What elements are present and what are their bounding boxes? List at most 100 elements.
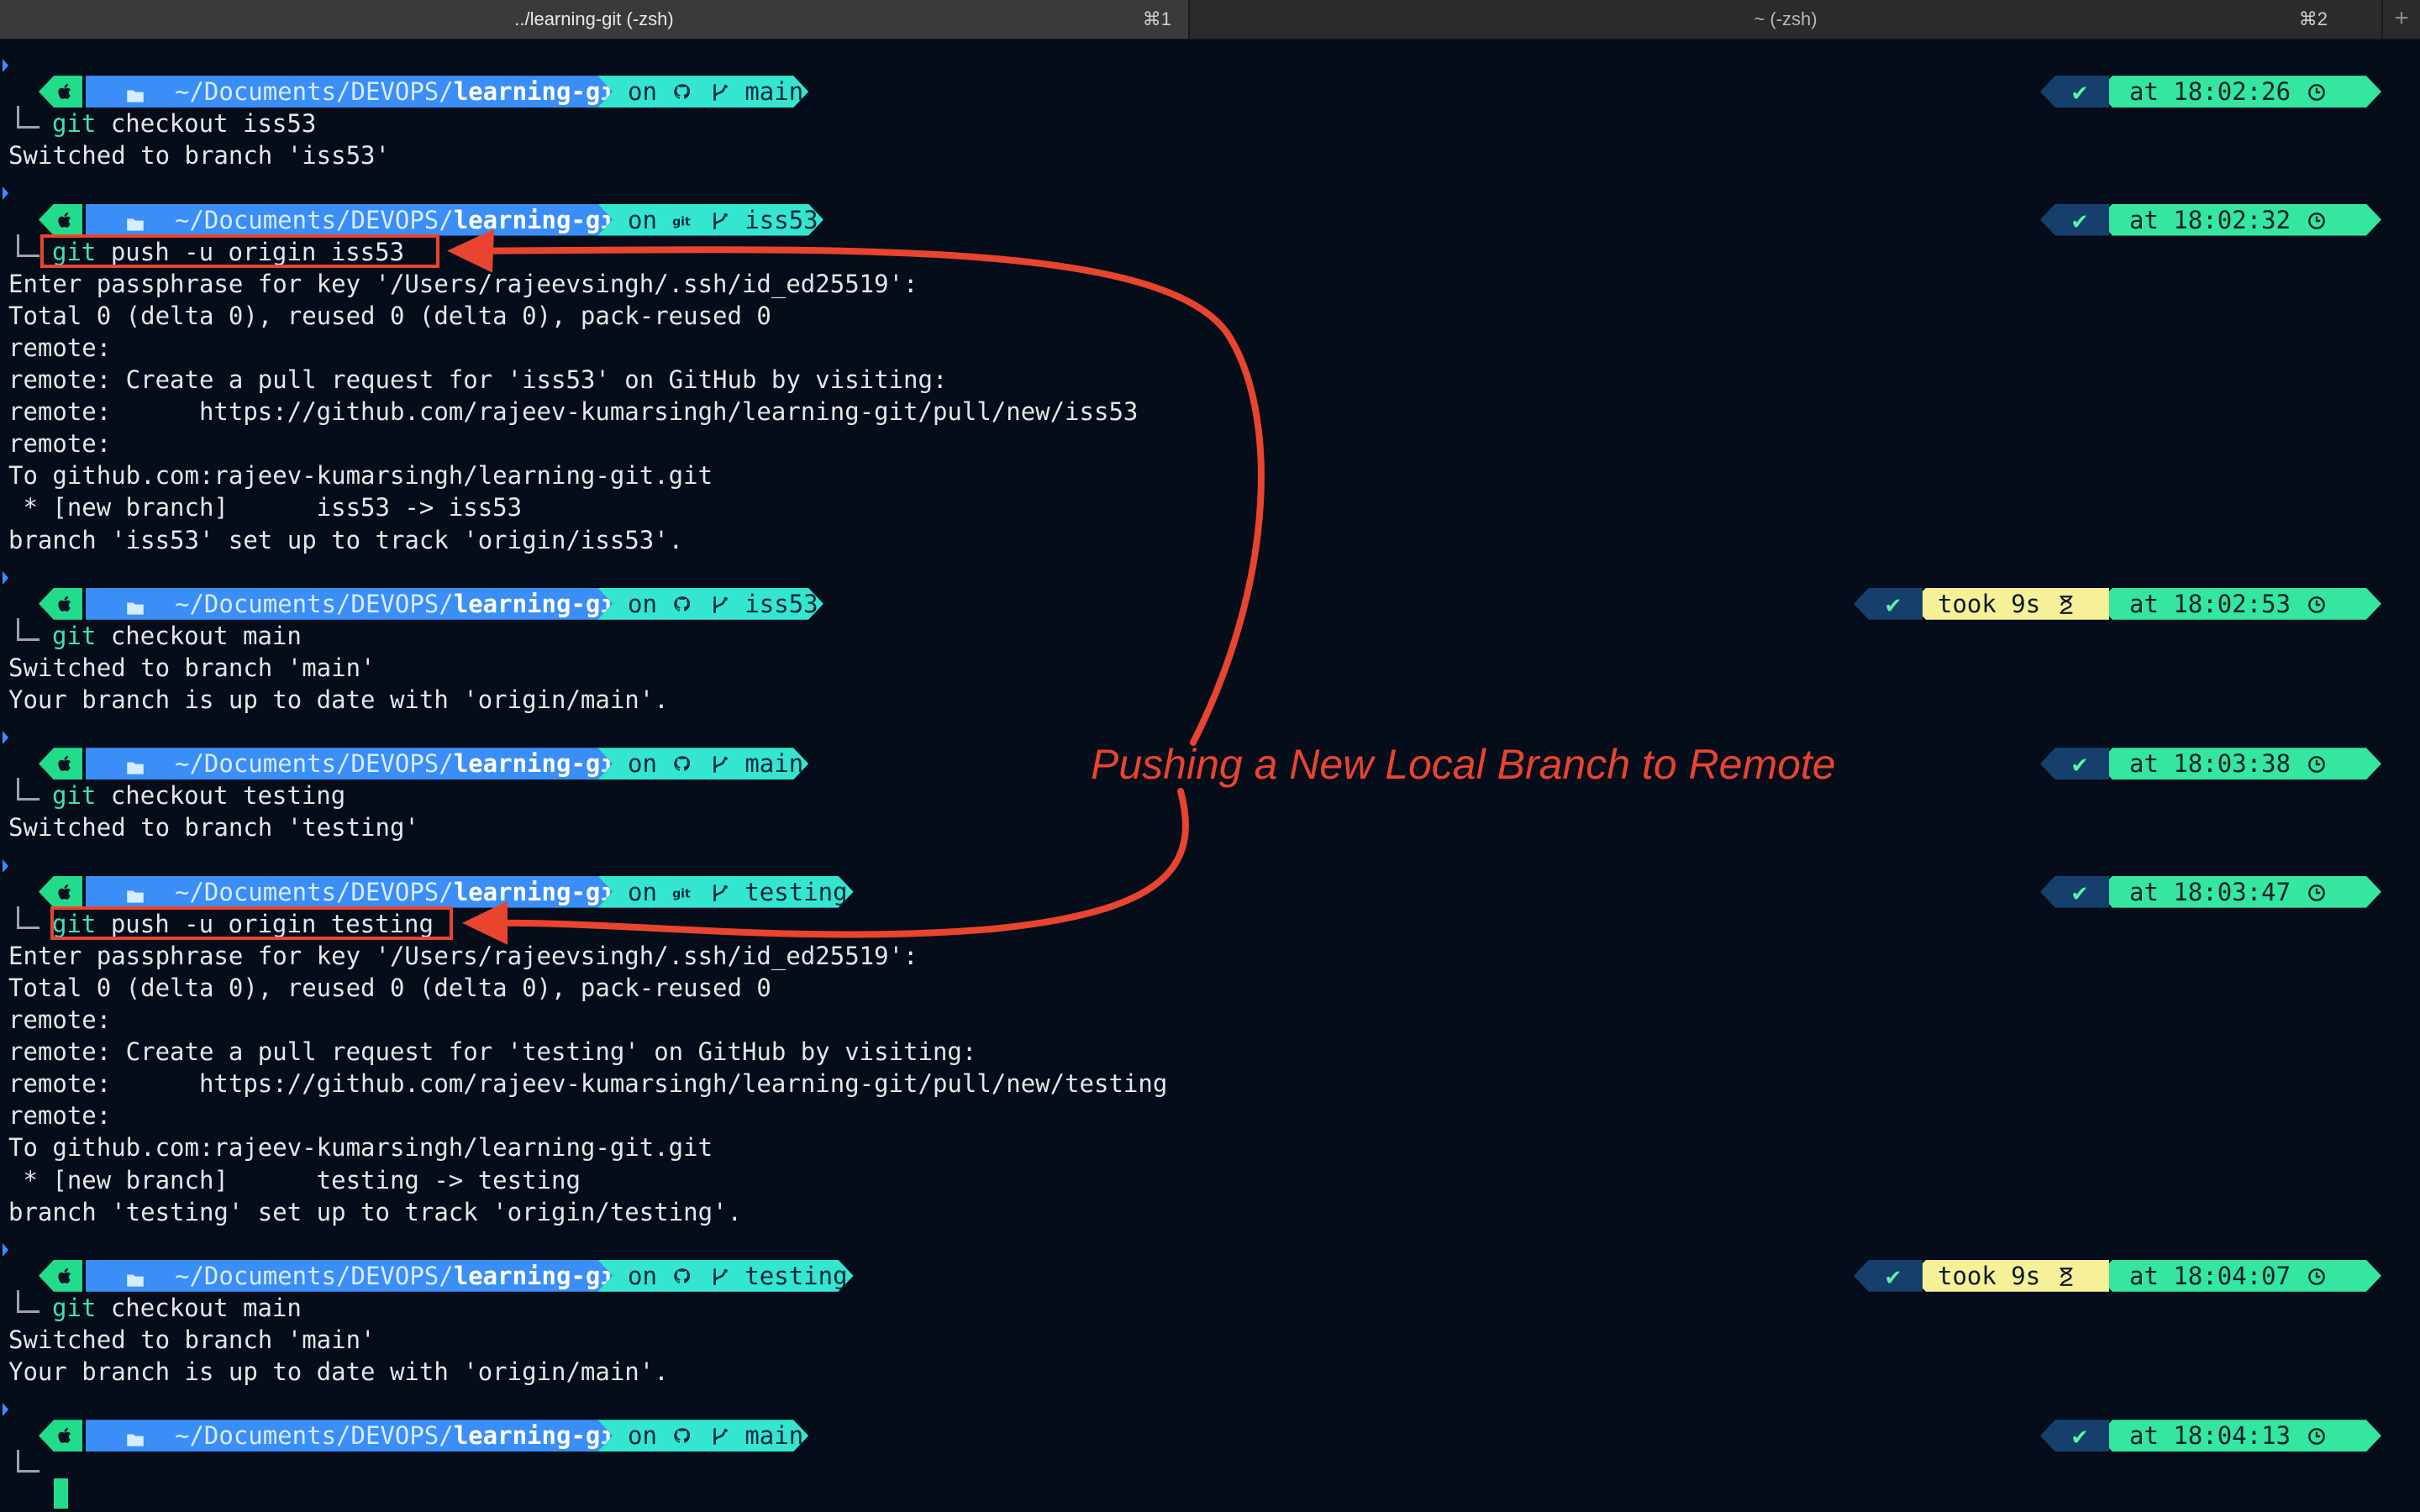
clock-icon xyxy=(2306,749,2328,778)
status-ok-segment: ✔ xyxy=(2040,203,2109,236)
branch-name: main xyxy=(729,77,804,107)
output-line: Your branch is up to date with 'origin/m… xyxy=(8,1357,669,1387)
text-cursor[interactable] xyxy=(54,1478,68,1509)
path-segment: ~/Documents/DEVOPS/learning-git xyxy=(86,204,613,236)
path-segment: ~/Documents/DEVOPS/learning-git xyxy=(86,876,613,908)
prompt-bracket xyxy=(17,778,39,801)
time-segment: at 18:03:38 xyxy=(2097,748,2381,780)
time-segment: at 18:04:07 xyxy=(2097,1260,2381,1292)
branch-name: iss53 xyxy=(729,589,818,618)
tab-shortcut: ⌘2 xyxy=(2298,8,2328,29)
output-line: Your branch is up to date with 'origin/m… xyxy=(8,685,669,714)
apple-segment xyxy=(39,587,82,620)
prompt-time: 18:04:07 xyxy=(2173,1261,2306,1290)
path-prefix: ~/Documents/DEVOPS/ xyxy=(175,877,454,906)
git-command: git xyxy=(52,1293,97,1322)
tab-shortcut: ⌘1 xyxy=(1142,8,1171,29)
branch-name: iss53 xyxy=(729,205,818,234)
status-ok-segment: ✔ xyxy=(2040,875,2109,908)
git-command: git xyxy=(52,781,97,811)
github-icon xyxy=(671,590,693,618)
prompt-bracket xyxy=(17,1289,39,1313)
apple-segment xyxy=(39,1420,82,1452)
output-line: Switched to branch 'main' xyxy=(8,1326,376,1354)
apple-icon xyxy=(54,590,76,618)
at-label: at xyxy=(2129,1261,2174,1290)
apple-icon xyxy=(54,77,76,106)
on-label: on xyxy=(628,877,672,906)
svg-text:git: git xyxy=(672,887,691,900)
clock-icon xyxy=(2306,1262,2328,1290)
git-command: git xyxy=(52,109,97,139)
time-segment: at 18:02:53 xyxy=(2097,588,2381,620)
output-line: * [new branch] testing -> testing xyxy=(8,1165,581,1194)
check-icon: ✔ xyxy=(2072,749,2087,779)
git-branch-segment: on main xyxy=(597,1420,808,1452)
apple-icon xyxy=(54,1262,76,1290)
command-line: git checkout main xyxy=(52,1292,302,1324)
check-icon: ✔ xyxy=(2072,77,2087,107)
clock-icon xyxy=(2306,1421,2328,1450)
annotation-text: Pushing a New Local Branch to Remote xyxy=(1091,741,1836,788)
check-icon: ✔ xyxy=(2072,877,2087,906)
output-line: branch 'iss53' set up to track 'origin/i… xyxy=(8,525,684,554)
command-args: checkout main xyxy=(96,1293,302,1322)
prompt-separator-icon xyxy=(2,57,10,74)
highlight-box-push-testing xyxy=(50,906,453,940)
folder-icon xyxy=(124,1263,146,1295)
git-branch-segment: on testing xyxy=(597,1260,854,1292)
on-label: on xyxy=(628,589,672,618)
git-branch-icon xyxy=(708,77,730,106)
path-segment: ~/Documents/DEVOPS/learning-git xyxy=(86,1260,613,1292)
tab-title: ~ (-zsh) xyxy=(1754,8,1818,29)
clock-icon xyxy=(2306,590,2328,618)
tab-home[interactable]: ~ (-zsh) ⌘2 xyxy=(1190,0,2381,39)
branch-name: testing xyxy=(729,877,848,906)
clock-icon xyxy=(2306,878,2328,906)
prompt-separator-icon xyxy=(2,570,10,586)
output-line: Enter passphrase for key '/Users/rajeevs… xyxy=(8,269,918,298)
path-prefix: ~/Documents/DEVOPS/ xyxy=(175,589,454,618)
path-prefix: ~/Documents/DEVOPS/ xyxy=(175,1261,454,1290)
prompt-separator-icon xyxy=(2,858,10,874)
git-branch-icon xyxy=(708,206,730,234)
svg-text:git: git xyxy=(672,215,691,228)
clock-icon xyxy=(2306,206,2328,234)
git-branch-icon xyxy=(708,878,730,906)
branch-name: testing xyxy=(729,1261,848,1290)
prompt-time: 18:02:53 xyxy=(2173,589,2306,618)
apple-icon xyxy=(54,749,76,778)
app-window: ../learning-git (-zsh) ⌘1 ~ (-zsh) ⌘2 + … xyxy=(0,0,2420,1512)
tab-learning-git[interactable]: ../learning-git (-zsh) ⌘1 xyxy=(0,0,1188,39)
at-label: at xyxy=(2129,77,2174,107)
prompt-separator-icon xyxy=(2,1242,10,1258)
apple-segment xyxy=(39,875,82,908)
status-ok-segment: ✔ xyxy=(1854,1259,1923,1292)
terminal-output[interactable]: ~/Documents/DEVOPS/learning-git on main at… xyxy=(0,39,2420,1512)
command-args: checkout main xyxy=(96,621,302,650)
folder-icon xyxy=(124,591,146,623)
on-label: on xyxy=(628,749,672,779)
output-line: Total 0 (delta 0), reused 0 (delta 0), p… xyxy=(8,973,771,1002)
output-line: remote: xyxy=(8,333,112,362)
new-tab-button[interactable]: + xyxy=(2381,0,2420,39)
status-ok-segment: ✔ xyxy=(2040,748,2109,780)
apple-icon xyxy=(54,878,76,906)
git-command: git xyxy=(52,621,97,650)
apple-icon xyxy=(54,1421,76,1450)
apple-segment xyxy=(39,748,82,780)
apple-segment xyxy=(39,203,82,236)
on-label: on xyxy=(628,1421,672,1451)
path-prefix: ~/Documents/DEVOPS/ xyxy=(175,205,454,234)
on-label: on xyxy=(628,205,672,234)
output-line: Enter passphrase for key '/Users/rajeevs… xyxy=(8,941,918,970)
time-segment: at 18:03:47 xyxy=(2097,876,2381,908)
output-line: remote: xyxy=(8,1005,112,1034)
tab-bar: ../learning-git (-zsh) ⌘1 ~ (-zsh) ⌘2 + xyxy=(0,0,2420,39)
git-branch-icon xyxy=(708,590,730,618)
output-line: remote: https://github.com/rajeev-kumars… xyxy=(8,397,1139,427)
github-icon xyxy=(671,749,693,778)
